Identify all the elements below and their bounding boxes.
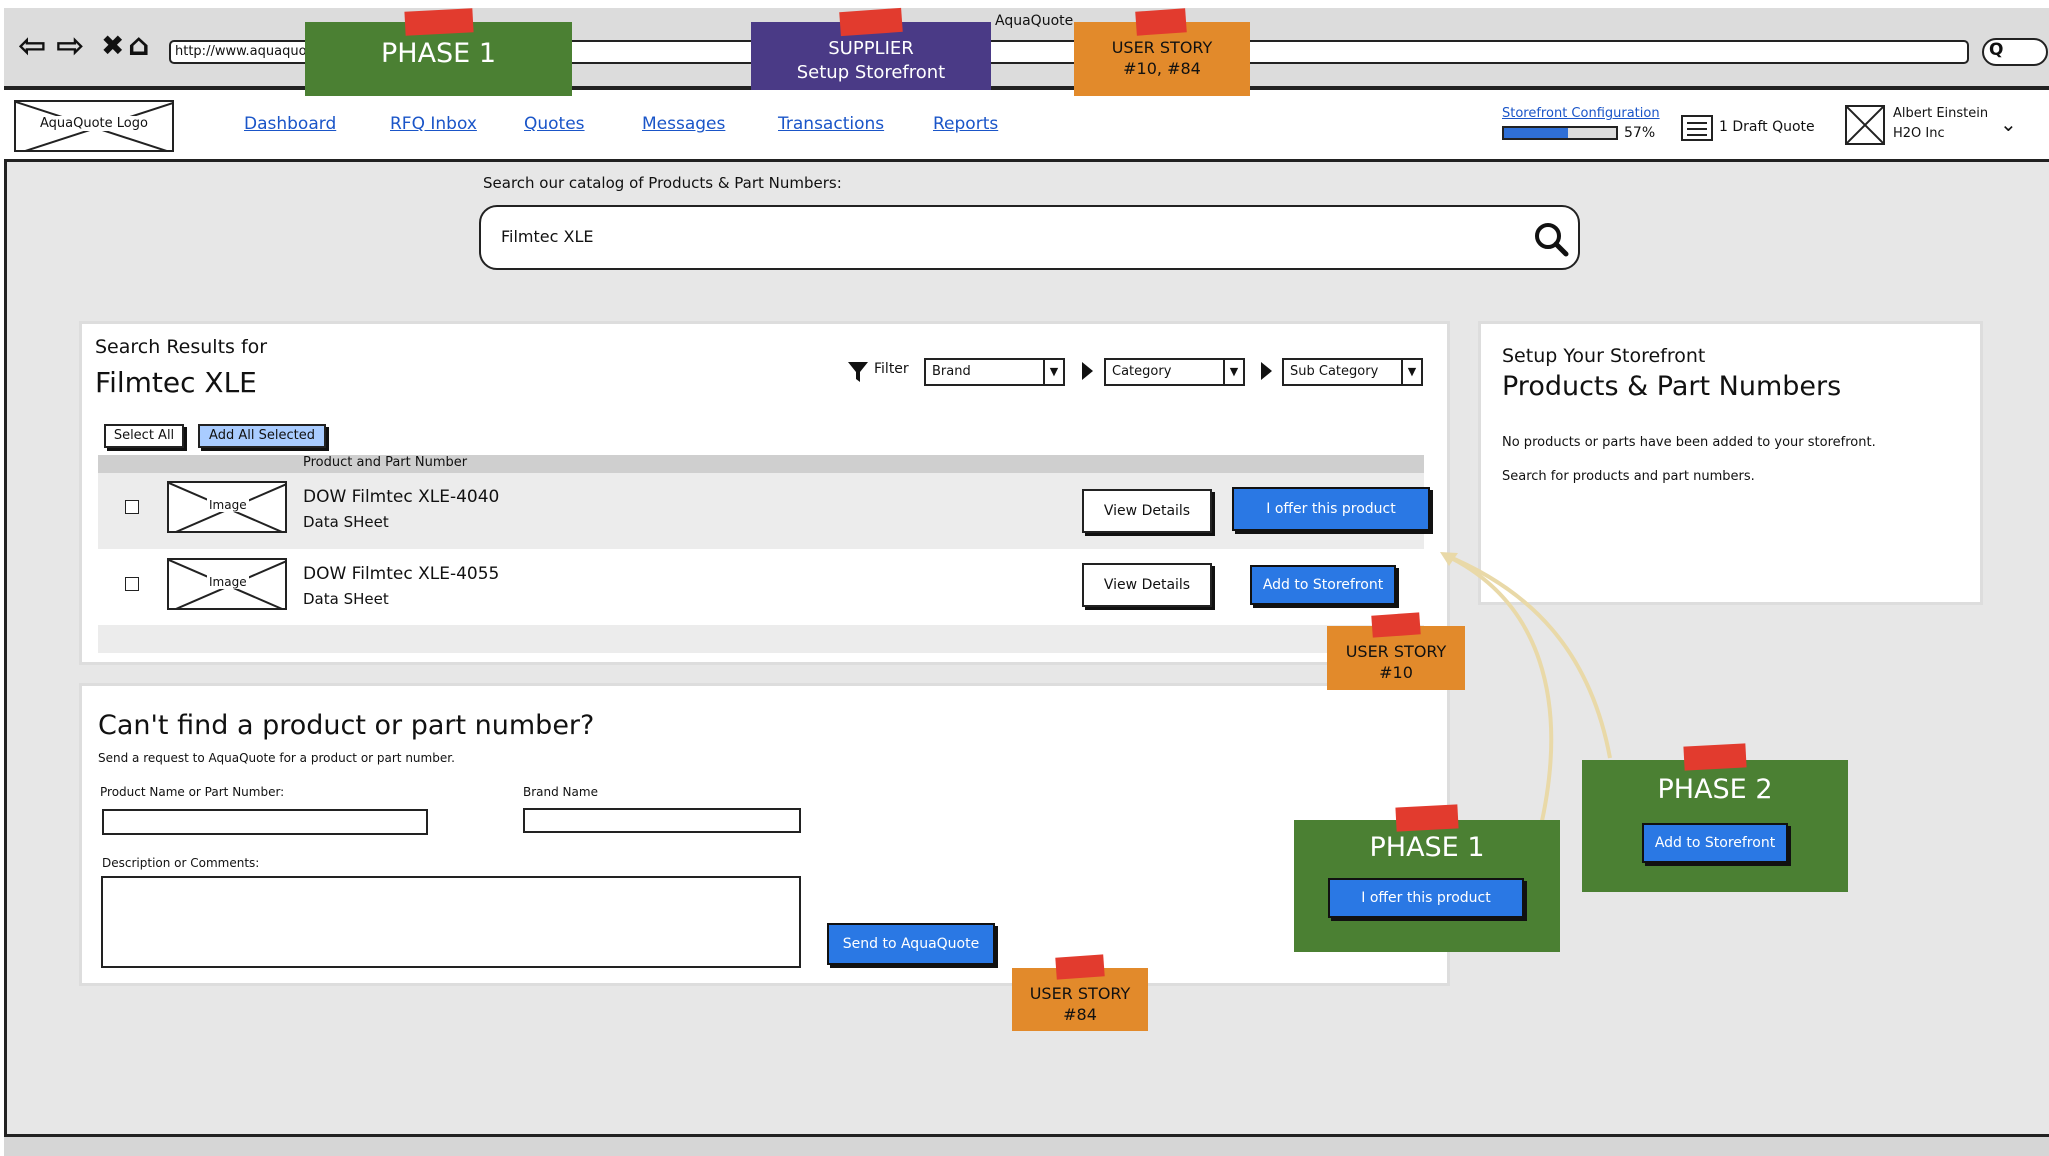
tape-decoration (1371, 612, 1421, 638)
note-text: USER STORY (1345, 642, 1447, 661)
add-to-storefront-button-example: Add to Storefront (1642, 823, 1788, 863)
note-text: SUPPLIER (828, 38, 914, 59)
sticky-note-phase2: PHASE 2 Add to Storefront (1582, 760, 1848, 892)
tape-decoration (839, 7, 903, 37)
arrow-line (1444, 553, 1612, 759)
tape-decoration (1135, 8, 1187, 36)
note-text: #10, #84 (1123, 59, 1201, 78)
note-text: PHASE 1 (380, 38, 496, 69)
tape-decoration (1055, 954, 1105, 980)
note-text: #84 (1063, 1005, 1097, 1024)
offer-product-button-example: I offer this product (1328, 878, 1524, 918)
note-text: USER STORY (1029, 984, 1131, 1003)
sticky-note-phase1-bottom: PHASE 1 I offer this product (1294, 820, 1560, 952)
arrow-line (1444, 553, 1554, 831)
note-text: PHASE 2 (1657, 774, 1773, 805)
note-text: #10 (1379, 663, 1413, 682)
note-text: USER STORY (1111, 38, 1213, 57)
tape-decoration (1683, 743, 1747, 771)
note-text: Setup Storefront (796, 62, 946, 83)
note-text: PHASE 1 (1369, 832, 1485, 863)
tape-decoration (404, 8, 474, 36)
status-bar (4, 1134, 2049, 1156)
tape-decoration (1395, 804, 1459, 832)
